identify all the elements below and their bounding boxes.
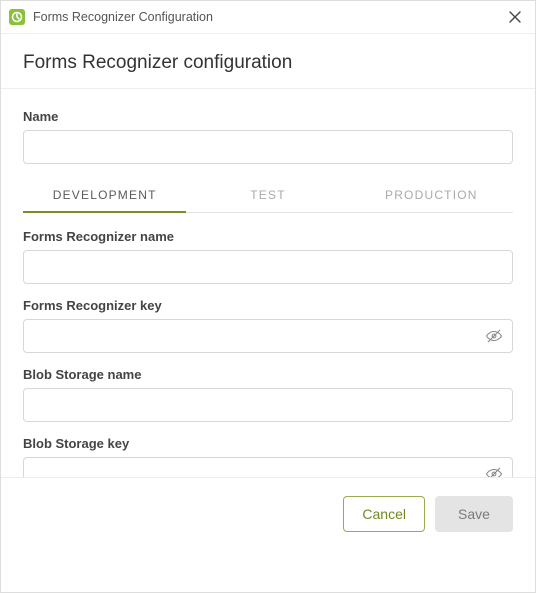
blob-key-field: Blob Storage key bbox=[23, 436, 513, 477]
blob-key-label: Blob Storage key bbox=[23, 436, 513, 451]
recognizer-key-input[interactable] bbox=[23, 319, 513, 353]
name-field: Name bbox=[23, 109, 513, 164]
eye-off-icon bbox=[485, 327, 503, 345]
name-label: Name bbox=[23, 109, 513, 124]
close-button[interactable] bbox=[505, 7, 525, 27]
recognizer-key-input-wrap bbox=[23, 319, 513, 353]
tabs: DEVELOPMENT TEST PRODUCTION bbox=[23, 178, 513, 213]
recognizer-key-visibility-toggle[interactable] bbox=[481, 323, 507, 349]
titlebar: Forms Recognizer Configuration bbox=[1, 1, 535, 34]
tab-test[interactable]: TEST bbox=[186, 178, 349, 212]
recognizer-key-label: Forms Recognizer key bbox=[23, 298, 513, 313]
recognizer-name-field: Forms Recognizer name bbox=[23, 229, 513, 284]
cancel-button[interactable]: Cancel bbox=[343, 496, 425, 532]
close-icon bbox=[509, 11, 521, 23]
tab-development[interactable]: DEVELOPMENT bbox=[23, 178, 186, 212]
recognizer-name-label: Forms Recognizer name bbox=[23, 229, 513, 244]
recognizer-name-input[interactable] bbox=[23, 250, 513, 284]
blob-name-input[interactable] bbox=[23, 388, 513, 422]
dialog-footer: Cancel Save bbox=[1, 477, 535, 592]
blob-key-visibility-toggle[interactable] bbox=[481, 461, 507, 477]
blob-key-input[interactable] bbox=[23, 457, 513, 477]
tab-production[interactable]: PRODUCTION bbox=[350, 178, 513, 212]
recognizer-key-field: Forms Recognizer key bbox=[23, 298, 513, 353]
blob-key-input-wrap bbox=[23, 457, 513, 477]
blob-name-field: Blob Storage name bbox=[23, 367, 513, 422]
titlebar-title: Forms Recognizer Configuration bbox=[33, 10, 505, 24]
dialog-content: Name DEVELOPMENT TEST PRODUCTION Forms R… bbox=[1, 89, 535, 477]
page-title: Forms Recognizer configuration bbox=[23, 52, 513, 74]
dialog: Forms Recognizer Configuration Forms Rec… bbox=[0, 0, 536, 593]
blob-name-label: Blob Storage name bbox=[23, 367, 513, 382]
eye-off-icon bbox=[485, 465, 503, 477]
dialog-header: Forms Recognizer configuration bbox=[1, 34, 535, 88]
app-icon bbox=[9, 9, 25, 25]
name-input[interactable] bbox=[23, 130, 513, 164]
save-button[interactable]: Save bbox=[435, 496, 513, 532]
